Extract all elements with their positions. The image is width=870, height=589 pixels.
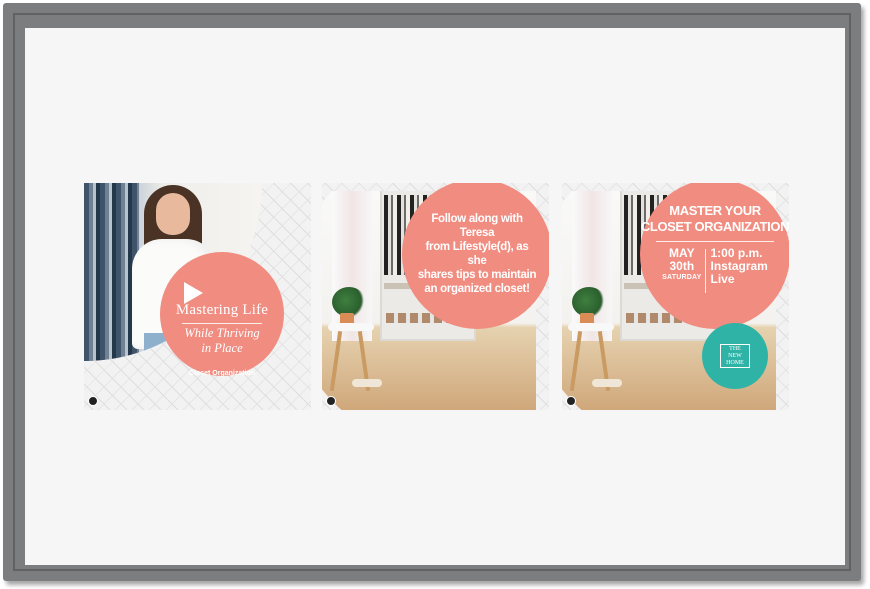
- lifestyled-name: Lifestyle(d): [452, 241, 511, 253]
- follow-line-4: an organized closet!: [424, 283, 530, 295]
- subtitle-line-2: in Place: [201, 341, 243, 355]
- event-time: 1:00 p.m. Instagram Live: [710, 247, 767, 286]
- card-subtitle: While Thriving in Place: [160, 326, 284, 356]
- card-title: Mastering Life: [175, 302, 269, 318]
- event-circle: MASTER YOUR CLOSET ORGANIZATION MAY 30th…: [640, 183, 789, 329]
- card-event[interactable]: MASTER YOUR CLOSET ORGANIZATION MAY 30th…: [562, 183, 789, 410]
- slippers: [352, 379, 382, 387]
- logo-the: THE: [729, 345, 741, 352]
- card-caption: Closet Organization: [188, 370, 256, 377]
- closet-clothes: [84, 183, 139, 361]
- brand-badge: THE NEW HOME: [702, 323, 768, 389]
- event-title-line-1: MASTER YOUR: [669, 203, 761, 218]
- stool: [328, 323, 374, 331]
- slippers: [592, 379, 622, 387]
- play-icon[interactable]: [184, 282, 203, 304]
- card-follow-along[interactable]: Follow along with Teresa from Lifestyle(…: [322, 183, 549, 410]
- divider: [182, 323, 262, 324]
- divider: [656, 241, 774, 242]
- event-when: MAY 30th SATURDAY 1:00 p.m. Instagram Li…: [662, 247, 768, 293]
- follow-line-1: Follow along with Teresa: [431, 213, 523, 239]
- follow-text: Follow along with Teresa from Lifestyle(…: [402, 212, 549, 296]
- event-date: MAY 30th SATURDAY: [662, 247, 701, 282]
- instagram-dot-icon: [326, 396, 336, 406]
- face: [156, 193, 190, 235]
- logo-new: NEW: [728, 352, 742, 359]
- event-platform-live: Live: [710, 272, 735, 286]
- follow-from: from: [425, 241, 453, 253]
- new-home-logo: THE NEW HOME: [720, 344, 750, 368]
- event-title: MASTER YOUR CLOSET ORGANIZATION: [641, 203, 789, 235]
- instagram-dot-icon: [88, 396, 98, 406]
- title-circle: Mastering Life While Thriving in Place C…: [160, 252, 284, 377]
- subtitle-line-1: While Thriving: [184, 326, 260, 340]
- follow-line-2: from Lifestyle(d), as she: [416, 240, 538, 268]
- event-title-line-2: CLOSET ORGANIZATION: [640, 219, 789, 234]
- event-day: 30th: [669, 259, 695, 273]
- instagram-dot-icon: [566, 396, 576, 406]
- logo-home: HOME: [726, 359, 744, 366]
- message-circle: Follow along with Teresa from Lifestyle(…: [402, 183, 549, 329]
- divider-vertical: [705, 249, 707, 293]
- stool: [568, 323, 614, 331]
- card-mastering-life[interactable]: Mastering Life While Thriving in Place C…: [84, 183, 311, 410]
- follow-line-3: shares tips to maintain: [417, 269, 537, 281]
- event-weekday: SATURDAY: [662, 274, 702, 281]
